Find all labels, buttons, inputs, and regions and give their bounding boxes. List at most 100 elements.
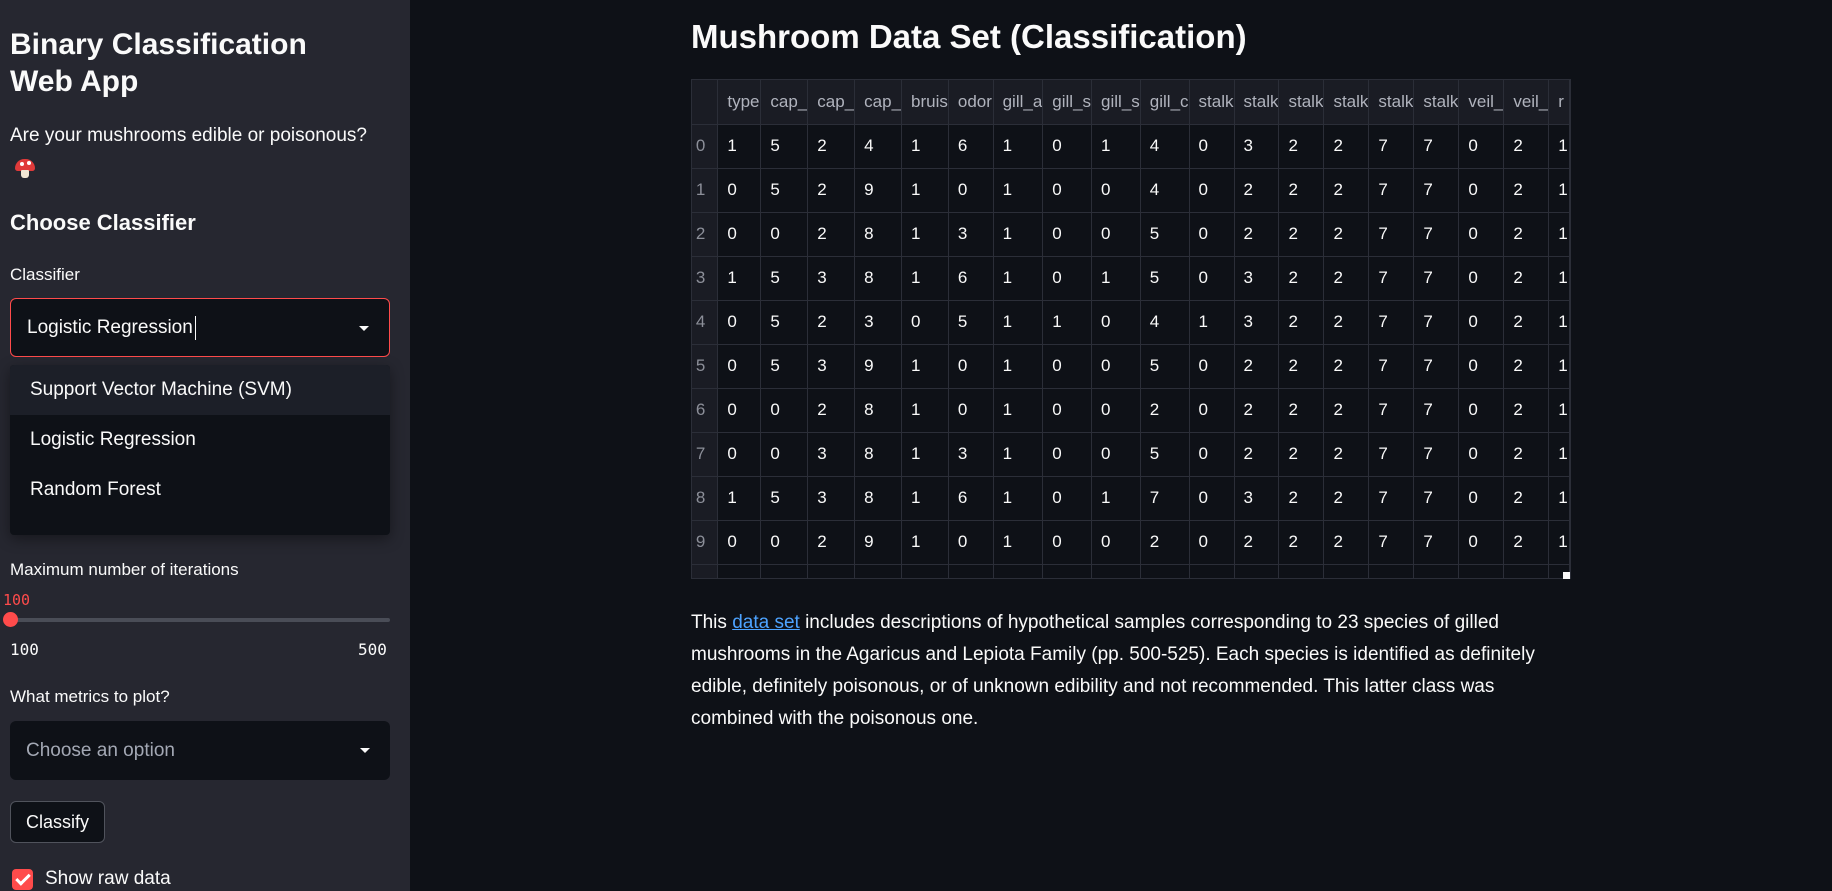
- table-cell[interactable]: 5: [1140, 212, 1190, 257]
- table-cell[interactable]: 3: [1234, 300, 1280, 345]
- table-cell[interactable]: 2: [1323, 476, 1370, 521]
- table-cell[interactable]: 0: [1189, 124, 1235, 169]
- table-cell[interactable]: 5: [760, 124, 809, 169]
- table-cell[interactable]: 3: [948, 432, 994, 477]
- table-cell[interactable]: 2: [1278, 300, 1325, 345]
- table-cell[interactable]: [1091, 564, 1141, 578]
- table-cell[interactable]: 0: [1189, 344, 1235, 389]
- table-cell[interactable]: 3: [1234, 124, 1280, 169]
- table-cell[interactable]: [1368, 564, 1415, 578]
- table-cell[interactable]: 2: [1503, 344, 1550, 389]
- table-cell[interactable]: 6: [948, 124, 994, 169]
- table-cell[interactable]: 7: [1413, 388, 1460, 433]
- table-cell[interactable]: 7: [1368, 476, 1415, 521]
- table-cell[interactable]: 1: [1548, 124, 1570, 169]
- table-cell[interactable]: 3: [1234, 256, 1280, 301]
- table-cell[interactable]: 4: [1140, 168, 1190, 213]
- table-cell[interactable]: 2: [1323, 344, 1370, 389]
- table-cell[interactable]: 0: [760, 212, 809, 257]
- table-cell[interactable]: 2: [1278, 476, 1325, 521]
- table-cell[interactable]: 8: [854, 212, 903, 257]
- table-cell[interactable]: 5: [1140, 256, 1190, 301]
- max-iterations-slider-track[interactable]: [10, 618, 390, 622]
- table-cell[interactable]: [1234, 564, 1280, 578]
- table-cell[interactable]: 1: [717, 476, 762, 521]
- table-cell[interactable]: 7: [1368, 300, 1415, 345]
- data-set-link[interactable]: data set: [732, 612, 800, 633]
- table-cell[interactable]: 2: [1234, 212, 1280, 257]
- table-cell[interactable]: 9: [854, 168, 903, 213]
- table-cell[interactable]: 7: [1413, 300, 1460, 345]
- table-cell[interactable]: 7: [1368, 124, 1415, 169]
- table-cell[interactable]: 0: [1189, 256, 1235, 301]
- table-cell[interactable]: 1: [1548, 168, 1570, 213]
- table-cell[interactable]: 1: [993, 256, 1044, 301]
- show-raw-data-checkbox-row[interactable]: Show raw data: [12, 868, 171, 890]
- table-cell[interactable]: [1323, 564, 1370, 578]
- table-cell[interactable]: 0: [1189, 476, 1235, 521]
- table-cell[interactable]: [1189, 564, 1235, 578]
- table-cell[interactable]: 6: [948, 256, 994, 301]
- table-cell[interactable]: 5: [1140, 432, 1190, 477]
- table-cell[interactable]: 0: [1042, 476, 1093, 521]
- table-cell[interactable]: 9: [854, 344, 903, 389]
- table-cell[interactable]: 1: [1548, 388, 1570, 433]
- table-cell[interactable]: 2: [1503, 300, 1550, 345]
- table-cell[interactable]: 2: [1278, 388, 1325, 433]
- table-cell[interactable]: 2: [1323, 520, 1370, 565]
- table-cell[interactable]: 7: [1368, 168, 1415, 213]
- table-cell[interactable]: 0: [1091, 344, 1141, 389]
- table-cell[interactable]: 0: [1091, 212, 1141, 257]
- table-cell[interactable]: 7: [1413, 476, 1460, 521]
- table-cell[interactable]: 0: [1042, 256, 1093, 301]
- table-cell[interactable]: 0: [717, 168, 762, 213]
- table-column-header[interactable]: cap_: [760, 80, 809, 125]
- table-cell[interactable]: [1413, 564, 1460, 578]
- dropdown-option-svm[interactable]: Support Vector Machine (SVM): [10, 365, 390, 415]
- table-cell[interactable]: 0: [1189, 212, 1235, 257]
- table-cell[interactable]: 2: [1323, 212, 1370, 257]
- table-cell[interactable]: 0: [901, 300, 949, 345]
- table-cell[interactable]: 0: [717, 432, 762, 477]
- table-cell[interactable]: 8: [854, 432, 903, 477]
- table-column-header[interactable]: cap_: [854, 80, 903, 125]
- table-cell[interactable]: 7: [1413, 256, 1460, 301]
- table-cell[interactable]: 8: [854, 256, 903, 301]
- table-cell[interactable]: 1: [1548, 520, 1570, 565]
- table-cell[interactable]: 1: [993, 344, 1044, 389]
- table-cell[interactable]: 7: [1368, 212, 1415, 257]
- raw-data-table[interactable]: type cap_ cap_ cap_ bruis odor gill_a gill_s gil…: [691, 79, 1571, 579]
- table-cell[interactable]: 2: [1323, 124, 1370, 169]
- table-cell[interactable]: 0: [1189, 388, 1235, 433]
- table-column-header[interactable]: bruis: [901, 80, 949, 125]
- classify-button[interactable]: Classify: [10, 801, 105, 843]
- table-cell[interactable]: 1: [993, 168, 1044, 213]
- table-cell[interactable]: 7: [1140, 476, 1190, 521]
- table-cell[interactable]: 1: [901, 344, 949, 389]
- table-cell[interactable]: 0: [1189, 432, 1235, 477]
- table-cell[interactable]: 1: [993, 476, 1044, 521]
- table-cell[interactable]: 0: [948, 344, 994, 389]
- table-cell[interactable]: 2: [1278, 212, 1325, 257]
- table-cell[interactable]: 0: [1091, 168, 1141, 213]
- table-column-header[interactable]: gill_s: [1091, 80, 1141, 125]
- table-cell[interactable]: 1: [1548, 256, 1570, 301]
- table-cell[interactable]: 4: [1140, 300, 1190, 345]
- table-column-header[interactable]: stalk: [1189, 80, 1235, 125]
- table-column-header[interactable]: veil_: [1503, 80, 1550, 125]
- table-cell[interactable]: 0: [1042, 388, 1093, 433]
- table-cell[interactable]: 2: [1503, 212, 1550, 257]
- table-cell[interactable]: 0: [1042, 520, 1093, 565]
- table-cell[interactable]: 1: [1548, 432, 1570, 477]
- table-cell[interactable]: 0: [760, 388, 809, 433]
- classifier-select[interactable]: Logistic Regression: [10, 298, 390, 357]
- table-cell[interactable]: 1: [901, 432, 949, 477]
- table-cell[interactable]: 2: [807, 124, 856, 169]
- table-cell[interactable]: 0: [1042, 124, 1093, 169]
- table-cell[interactable]: [760, 564, 809, 578]
- table-cell[interactable]: 1: [901, 520, 949, 565]
- table-cell[interactable]: 0: [1458, 300, 1505, 345]
- table-cell[interactable]: 2: [1140, 388, 1190, 433]
- table-cell[interactable]: 1: [1091, 256, 1141, 301]
- table-cell[interactable]: 2: [1323, 168, 1370, 213]
